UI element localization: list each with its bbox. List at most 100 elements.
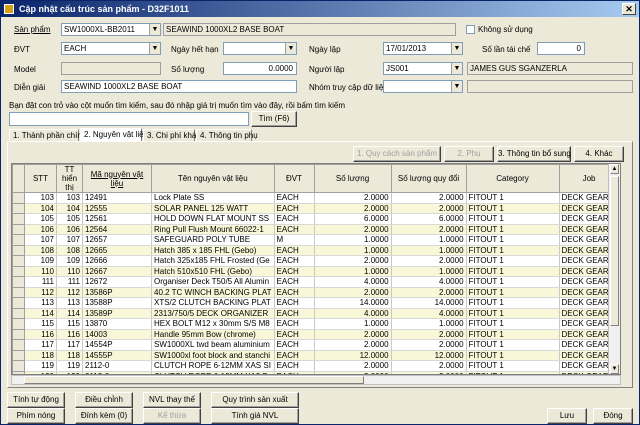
khong-su-dung-checkbox[interactable] [466, 25, 475, 34]
cell-stt[interactable]: 110 [24, 266, 57, 277]
row-selector[interactable] [12, 202, 25, 214]
col-header-dvt[interactable]: ĐVT [273, 164, 315, 193]
cell-ma-nvl[interactable]: 12561 [82, 213, 152, 225]
dien-giai-field[interactable]: SEAWIND 1000XL2 BASE BOAT [61, 80, 297, 93]
table-row[interactable]: 111 111 12672 Organiser Deck T50/5 All Alum… [12, 276, 620, 288]
cell-stt[interactable]: 105 [24, 213, 57, 225]
cell-ten-nvl[interactable]: HEX BOLT M12 x 30mm S/S M8 [151, 318, 275, 330]
cell-stt[interactable]: 119 [24, 360, 57, 372]
table-row[interactable]: 117 117 14554P SW1000XL twd beam aluminium E… [12, 339, 620, 351]
cell-ten-nvl[interactable]: Ring Pull Flush Mount 66022-1 [151, 224, 275, 235]
cell-so-luong[interactable]: 6.0000 [314, 213, 392, 225]
cell-stt[interactable]: 106 [24, 224, 57, 235]
cell-ma-nvl[interactable]: 12665 [82, 245, 152, 256]
cell-tt-hien-thi[interactable]: 104 [56, 203, 83, 214]
col-header-stt[interactable]: STT [24, 164, 57, 193]
so-lan-tai-che-field[interactable]: 0 [537, 42, 585, 55]
cell-ten-nvl[interactable]: 40.2 TC WINCH BACKING PLAT [151, 287, 275, 298]
table-row[interactable]: 108 108 12665 Hatch 385 x 185 FHL (Gebo) EAC… [12, 244, 620, 256]
cell-tt-hien-thi[interactable]: 103 [56, 192, 83, 204]
row-selector[interactable] [12, 297, 25, 309]
cell-tt-hien-thi[interactable]: 119 [56, 360, 83, 372]
nvl-thay-the-button[interactable]: NVL thay thế [143, 392, 201, 408]
cell-ten-nvl[interactable]: SW1000xl foot block and stanchi [151, 350, 275, 361]
cell-category[interactable]: FITOUT 1 [466, 224, 560, 235]
cell-so-luong[interactable]: 2.0000 [314, 287, 392, 298]
cell-dvt[interactable]: EACH [274, 318, 315, 330]
cell-so-luong[interactable]: 1.0000 [314, 266, 392, 277]
col-header-tt-hien-thi[interactable]: TT hiển thị [56, 164, 83, 193]
cell-so-luong-quy-doi[interactable]: 2.0000 [391, 224, 467, 235]
phim-nong-button[interactable]: Phím nóng [7, 408, 65, 424]
cell-dvt[interactable]: EACH [274, 350, 315, 361]
cell-tt-hien-thi[interactable]: 118 [56, 350, 83, 361]
cell-dvt[interactable]: EACH [274, 329, 315, 340]
cell-category[interactable]: FITOUT 1 [466, 276, 560, 288]
thong-tin-bo-sung-button[interactable]: 3. Thông tin bổ sung [497, 146, 571, 162]
cell-so-luong[interactable]: 1.0000 [314, 318, 392, 330]
cell-category[interactable]: FITOUT 1 [466, 318, 560, 330]
cell-category[interactable]: FITOUT 1 [466, 192, 560, 204]
cell-dvt[interactable]: EACH [274, 255, 315, 267]
vertical-scrollbar[interactable]: ▲ ▼ [608, 164, 620, 374]
cell-category[interactable]: FITOUT 1 [466, 213, 560, 225]
col-header-so-luong[interactable]: Số lượng [313, 164, 392, 193]
table-row[interactable]: 106 106 12564 Ring Pull Flush Mount 66022-1… [12, 223, 620, 235]
khac-button[interactable]: 4. Khác [574, 146, 624, 162]
cell-dvt[interactable]: EACH [274, 266, 315, 277]
col-header-ten-nvl[interactable]: Tên nguyên vật liệu [151, 164, 275, 193]
vertical-scroll-thumb[interactable] [610, 176, 619, 326]
cell-stt[interactable]: 104 [24, 203, 57, 214]
cell-ten-nvl[interactable]: Lock Plate SS [151, 192, 275, 204]
col-header-so-luong-quy-doi[interactable]: Số lượng quy đổi [390, 164, 467, 193]
cell-ma-nvl[interactable]: 12564 [82, 224, 152, 235]
cell-category[interactable]: FITOUT 1 [466, 203, 560, 214]
cell-stt[interactable]: 116 [24, 329, 57, 340]
scroll-up-icon[interactable]: ▲ [610, 164, 619, 174]
cell-ma-nvl[interactable]: 13870 [82, 318, 152, 330]
cell-so-luong-quy-doi[interactable]: 2.0000 [391, 192, 467, 204]
table-row[interactable]: 119 119 2112-0 CLUTCH ROPE 6-12MM XAS SI EAC… [12, 360, 620, 372]
cell-so-luong-quy-doi[interactable]: 1.0000 [391, 245, 467, 256]
dvt-combo[interactable]: EACH ▼ [61, 42, 161, 55]
cell-so-luong[interactable]: 2.0000 [314, 203, 392, 214]
row-selector[interactable] [12, 244, 25, 256]
quy-trinh-san-xuat-button[interactable]: Quy trình sản xuất [211, 392, 299, 408]
cell-stt[interactable]: 111 [24, 276, 57, 288]
phu-button[interactable]: 2. Phụ [444, 146, 494, 162]
col-header-category[interactable]: Category [465, 164, 560, 193]
cell-tt-hien-thi[interactable]: 108 [56, 245, 83, 256]
cell-so-luong[interactable]: 1.0000 [314, 245, 392, 256]
table-row[interactable]: 116 116 14003 Handle 95mm Bow (chrome) EACH 2… [12, 328, 620, 340]
cell-ma-nvl[interactable]: 12491 [82, 192, 152, 204]
cell-ma-nvl[interactable]: 12555 [82, 203, 152, 214]
cell-stt[interactable]: 118 [24, 350, 57, 361]
cell-dvt[interactable]: EACH [274, 213, 315, 225]
cell-ma-nvl[interactable]: 13588P [82, 297, 152, 309]
cell-so-luong-quy-doi[interactable]: 2.0000 [391, 329, 467, 340]
cell-so-luong[interactable]: 2.0000 [314, 255, 392, 267]
ngay-lap-field[interactable]: 17/01/2013 ▼ [383, 42, 463, 55]
cell-so-luong[interactable]: 12.0000 [314, 350, 392, 361]
cell-tt-hien-thi[interactable]: 114 [56, 308, 83, 319]
cell-ten-nvl[interactable]: Hatch 325x185 FHL Frosted (Ge [151, 255, 275, 267]
cell-category[interactable]: FITOUT 1 [466, 329, 560, 340]
row-selector[interactable] [12, 339, 25, 351]
quy-cach-san-pham-button[interactable]: 1. Quy cách sản phẩm [353, 146, 441, 162]
table-row[interactable]: 105 105 12561 HOLD DOWN FLAT MOUNT SS EACH 6.… [12, 213, 620, 225]
cell-so-luong-quy-doi[interactable]: 1.0000 [391, 266, 467, 277]
cell-so-luong[interactable]: 2.0000 [314, 360, 392, 372]
cell-stt[interactable]: 103 [24, 192, 57, 204]
scroll-down-icon[interactable]: ▼ [610, 364, 619, 374]
cell-tt-hien-thi[interactable]: 105 [56, 213, 83, 225]
cell-ma-nvl[interactable]: 12657 [82, 234, 152, 246]
table-row[interactable]: 113 113 13588P XTS/2 CLUTCH BACKING PLAT EAC… [12, 297, 620, 309]
cell-so-luong-quy-doi[interactable]: 2.0000 [391, 203, 467, 214]
chevron-down-icon[interactable]: ▼ [451, 43, 462, 54]
table-row[interactable]: 104 104 12555 SOLAR PANEL 125 WATT EACH 2.000… [12, 202, 620, 214]
cell-stt[interactable]: 114 [24, 308, 57, 319]
cell-ma-nvl[interactable]: 12667 [82, 266, 152, 277]
cell-so-luong[interactable]: 2.0000 [314, 224, 392, 235]
cell-ten-nvl[interactable]: SW1000XL twd beam aluminium [151, 339, 275, 351]
ke-thua-button[interactable]: Kế thừa [143, 408, 201, 424]
